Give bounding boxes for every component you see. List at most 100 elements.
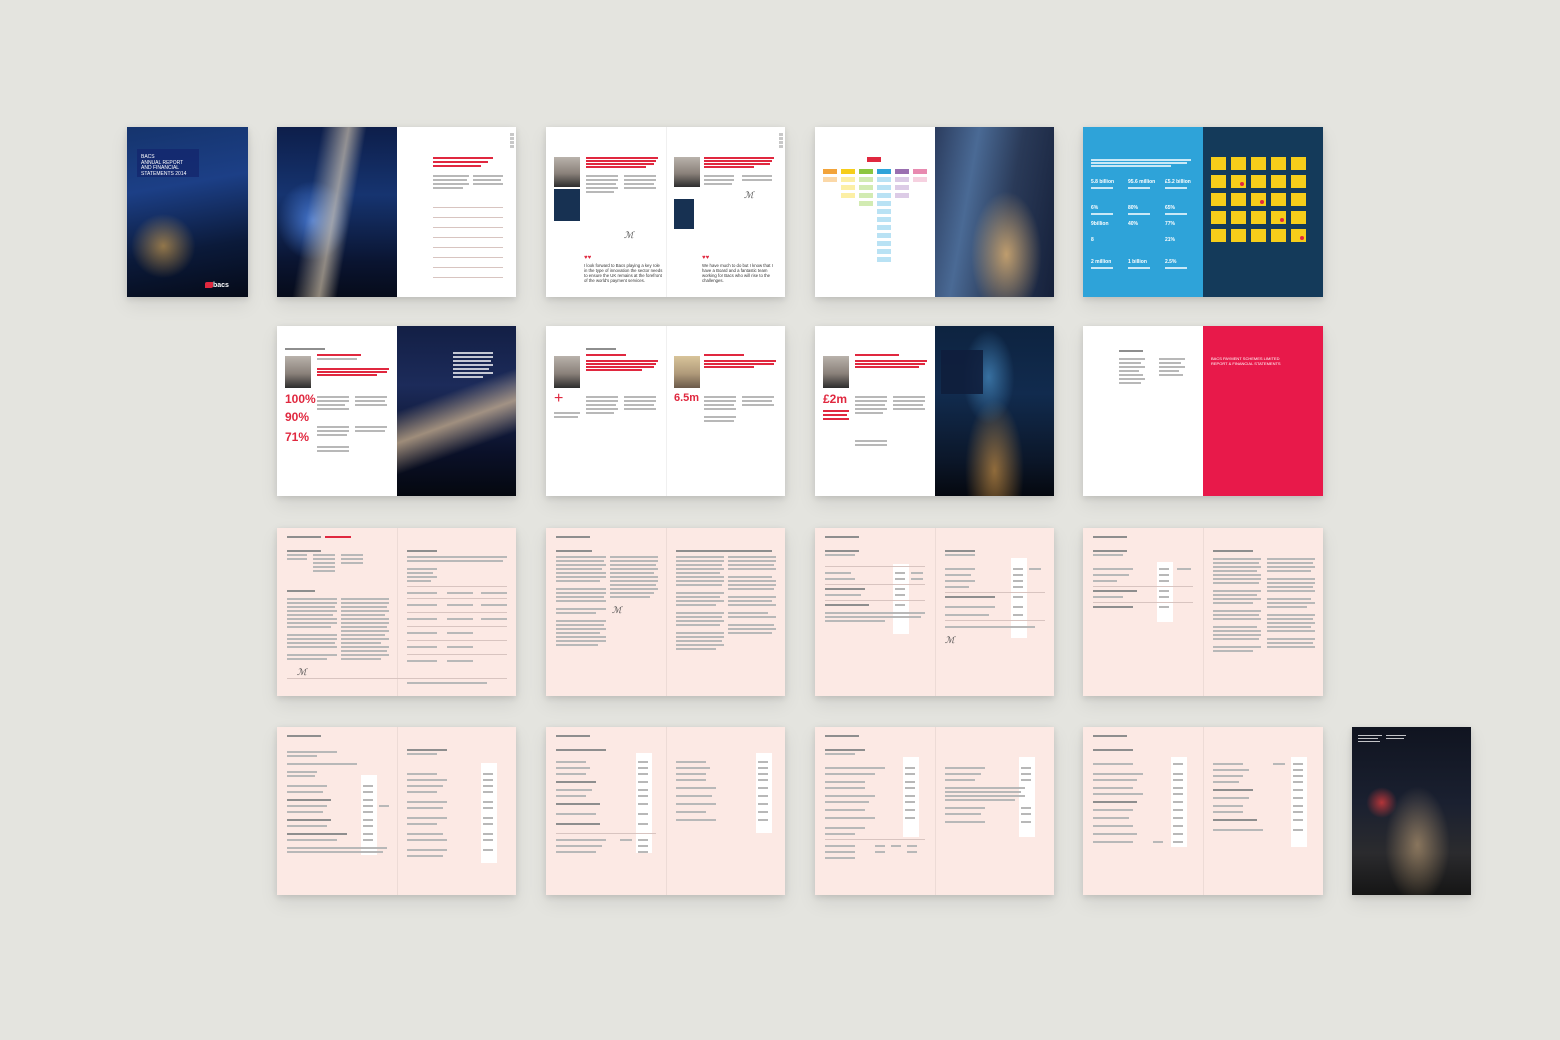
- numbers-column: [1157, 562, 1173, 622]
- hearts-icon: ♥♥: [584, 255, 592, 261]
- spread-investment[interactable]: £2m: [815, 326, 1054, 496]
- signature: ℳ: [624, 231, 634, 241]
- numbers-column: [893, 564, 909, 634]
- bacs-logo-icon: [205, 282, 213, 288]
- numbers-column: [481, 763, 497, 863]
- signature: ℳ: [945, 636, 955, 646]
- financial-statements-panel: [1203, 326, 1323, 496]
- spread-contents[interactable]: [277, 127, 516, 297]
- stat-value: 90%: [285, 410, 310, 424]
- sticky-note: [1271, 175, 1286, 188]
- sticky-note: [1271, 157, 1286, 170]
- spread-financial-4[interactable]: [1083, 528, 1323, 696]
- spread-financial-8[interactable]: [1083, 727, 1323, 895]
- stats-panel: [1083, 127, 1203, 297]
- sticky-note: [1251, 157, 1266, 170]
- hearts-icon: ♥♥: [702, 255, 710, 261]
- stat-value: 77%: [1165, 221, 1176, 227]
- stat-value: 71%: [285, 430, 310, 444]
- spread-photo: [935, 127, 1054, 297]
- sticky-note: [1231, 157, 1246, 170]
- spread-financial-6[interactable]: [546, 727, 785, 895]
- signature: ℳ: [297, 668, 307, 678]
- portrait-executive: [823, 356, 849, 388]
- sticky-note: [1231, 193, 1246, 206]
- sticky-note: [1251, 211, 1266, 224]
- report-spread-overview: BACS ANNUAL REPORT AND FINANCIAL STATEME…: [0, 0, 1560, 1040]
- sticky-note: [1291, 157, 1306, 170]
- stat-value: 9billion: [1091, 221, 1109, 227]
- spread-financial-3[interactable]: ℳ: [815, 528, 1054, 696]
- numbers-column: [1291, 757, 1307, 847]
- portrait-ceo: [674, 157, 700, 187]
- sticky-note: [1251, 193, 1266, 206]
- sticky-note: [1291, 175, 1306, 188]
- spread-financial-5[interactable]: [277, 727, 516, 895]
- sticky-note: [1211, 211, 1226, 224]
- stat-value: 1 billion: [1128, 259, 1147, 265]
- pull-quote-right: We have much to do but I know that I hav…: [702, 263, 773, 283]
- spread-photo: [277, 127, 397, 297]
- sticky-note: [1211, 229, 1226, 242]
- sticky-note: [1291, 193, 1306, 206]
- financial-statements-title: BACS PAYMENT SCHEMES LIMITED REPORT & FI…: [1211, 356, 1281, 366]
- sticky-note: [1231, 175, 1246, 188]
- stat-value: 2 million: [1091, 259, 1112, 265]
- stat-value: 40%: [1128, 221, 1139, 227]
- spread-financial-1[interactable]: ℳ: [277, 528, 516, 696]
- numbers-column: [361, 775, 377, 855]
- panel-title-line: REPORT & FINANCIAL STATEMENTS: [1211, 361, 1281, 366]
- page-thumb-tabs: [510, 133, 514, 149]
- sticky-note: [1211, 193, 1226, 206]
- stat-value: 100%: [285, 392, 316, 406]
- stat-value: £2m: [823, 392, 848, 406]
- stat-value: £5.2 billion: [1165, 179, 1191, 185]
- stat-value: 8: [1091, 237, 1094, 243]
- stat-value: 2.5%: [1165, 259, 1177, 265]
- spread-financial-7[interactable]: [815, 727, 1054, 895]
- cover-title-line: STATEMENTS 2014: [141, 170, 187, 177]
- sticky-note: [1291, 211, 1306, 224]
- sticky-note: [1251, 229, 1266, 242]
- sticky-note: [1271, 229, 1286, 242]
- stat-value: 95.6 million: [1128, 179, 1156, 185]
- spread-key-stats[interactable]: 5.8 billion 95.6 million £5.2 billion 6%…: [1083, 127, 1323, 297]
- signature: ℳ: [744, 191, 754, 201]
- org-box-top: [867, 157, 881, 162]
- cover-title: BACS ANNUAL REPORT AND FINANCIAL STATEME…: [141, 154, 201, 177]
- signature: ℳ: [612, 606, 622, 616]
- stat-value: 80%: [1128, 205, 1139, 211]
- sticky-note: [1271, 193, 1286, 206]
- sticky-note: [1251, 175, 1266, 188]
- spread-innovation[interactable]: + 6.5m: [546, 326, 785, 496]
- portrait-executive: [554, 356, 580, 388]
- spread-financial-intro[interactable]: BACS PAYMENT SCHEMES LIMITED REPORT & FI…: [1083, 326, 1323, 496]
- cover-page[interactable]: BACS ANNUAL REPORT AND FINANCIAL STATEME…: [127, 127, 248, 297]
- caption-box: [941, 350, 983, 394]
- pull-quote-box: [674, 199, 694, 229]
- pull-quote-left: I look forward to Bacs playing a key rol…: [584, 263, 663, 283]
- sticky-note: [1231, 229, 1246, 242]
- portrait-chairman: [554, 157, 580, 187]
- stat-value: 65%: [1165, 205, 1176, 211]
- numbers-column: [756, 753, 772, 833]
- spread-financial-2[interactable]: ℳ: [546, 528, 785, 696]
- spread-operations[interactable]: 100% 90% 71%: [277, 326, 516, 496]
- sticky-note: [1291, 229, 1306, 242]
- pull-quote-box: [554, 189, 580, 221]
- sticky-note: [1211, 175, 1226, 188]
- portrait-executive: [285, 356, 311, 388]
- sticky-note: [1211, 157, 1226, 170]
- numbers-column: [903, 757, 919, 837]
- stat-value: 21%: [1165, 237, 1176, 243]
- portrait-executive: [674, 356, 700, 388]
- numbers-column: [1019, 757, 1035, 837]
- back-cover[interactable]: [1352, 727, 1471, 895]
- spread-org-chart[interactable]: [815, 127, 1054, 297]
- stat-value: 5.8 billion: [1091, 179, 1115, 185]
- sticky-note: [1231, 211, 1246, 224]
- plus-icon: +: [554, 390, 564, 407]
- page-thumb-tabs: [779, 133, 783, 149]
- sticky-note: [1271, 211, 1286, 224]
- spread-chairman-ceo[interactable]: ℳ ♥♥ I look forward to Bacs playing a ke…: [546, 127, 785, 297]
